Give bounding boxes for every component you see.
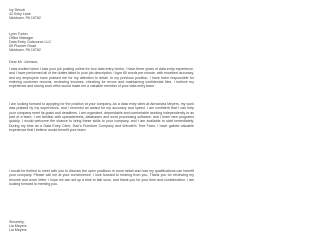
closing: Sincerely, Lia Meyers Lia Meyers — [9, 220, 194, 232]
printed-name: Lia Meyers — [9, 228, 27, 232]
body-paragraph-2: I am looking forward to applying for the… — [9, 102, 194, 133]
cover-letter-page: Ivy Decoti 42 Kelly Lane Nicktown, PA 15… — [0, 0, 203, 248]
recipient-address: Lynn Turlon Office Manager Data Entry Ou… — [9, 32, 194, 53]
body-paragraph-1: I was excited when I saw your job postin… — [9, 67, 194, 89]
salutation: Dear Mr. Johnson, — [9, 60, 39, 64]
body-paragraph-3: I would be thrilled to meet with you to … — [9, 169, 194, 187]
recipient-city: Nicktown, PA 15762 — [9, 47, 41, 52]
sender-address: Ivy Decoti 42 Kelly Lane Nicktown, PA 15… — [9, 8, 194, 20]
sender-city: Nicktown, PA 15762 — [9, 15, 41, 20]
